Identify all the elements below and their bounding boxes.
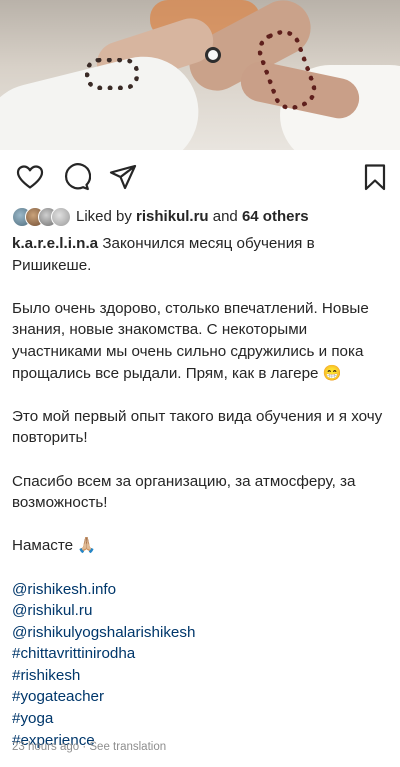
- liker-avatars: [12, 207, 71, 227]
- bookmark-icon[interactable]: [360, 162, 390, 192]
- likes-text: Liked by rishikul.ru and 64 others: [76, 206, 309, 228]
- heart-svg: [16, 165, 44, 189]
- caption-paragraph: Это мой первый опыт такого вида обучения…: [12, 407, 383, 447]
- share-svg: [109, 164, 137, 190]
- caption-paragraph: Было очень здорово, столько впечатлений.…: [12, 299, 369, 382]
- photo-shape: [85, 58, 139, 90]
- hashtag-link[interactable]: #yoga: [12, 708, 396, 730]
- save-svg: [364, 164, 386, 191]
- photo-shape: [205, 47, 221, 63]
- avatar: [51, 207, 71, 227]
- likes-row[interactable]: Liked by rishikul.ru and 64 others: [12, 206, 392, 228]
- hashtag-link[interactable]: #rishikesh: [12, 665, 396, 687]
- post-photo[interactable]: [0, 0, 400, 150]
- paper-plane-icon[interactable]: [108, 162, 138, 192]
- author-username[interactable]: k.a.r.e.l.i.n.a: [12, 235, 98, 252]
- hashtag-link[interactable]: #chittavrittinirodha: [12, 643, 396, 665]
- liked-by-user-link[interactable]: rishikul.ru: [136, 208, 209, 225]
- mention-link[interactable]: @rishikesh.info: [12, 579, 396, 601]
- comment-svg: [65, 163, 92, 191]
- mention-link[interactable]: @rishikulyogshalarishikesh: [12, 622, 396, 644]
- comment-icon[interactable]: [61, 162, 92, 192]
- heart-icon[interactable]: [15, 162, 45, 192]
- separator-dot: ·: [82, 741, 87, 753]
- post-action-bar: [0, 150, 400, 204]
- mention-link[interactable]: @rishikul.ru: [12, 600, 396, 622]
- hashtag-link[interactable]: #yogateacher: [12, 686, 396, 708]
- post-meta: 23 hours ago · See translation: [12, 741, 166, 753]
- post-caption: k.a.r.e.l.i.n.a Закончился месяц обучени…: [12, 233, 396, 751]
- caption-first-paragraph: k.a.r.e.l.i.n.a Закончился месяц обучени…: [12, 233, 396, 276]
- caption-paragraph: Намасте 🙏🏼: [12, 537, 97, 555]
- and-text: and: [212, 208, 238, 225]
- liked-by-prefix: Liked by: [76, 208, 132, 225]
- caption-paragraph: Спасибо всем за организацию, за атмосфер…: [12, 472, 356, 512]
- see-translation-link[interactable]: See translation: [89, 741, 166, 753]
- post-timestamp: 23 hours ago: [12, 741, 80, 753]
- others-link[interactable]: 64 others: [242, 208, 309, 225]
